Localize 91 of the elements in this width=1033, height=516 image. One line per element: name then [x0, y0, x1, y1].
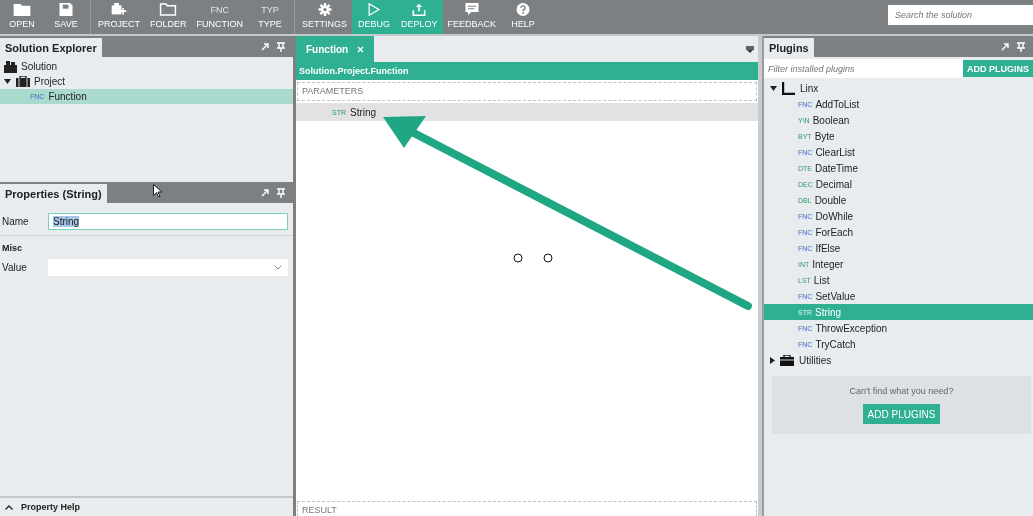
- plugin-name: Decimal: [815, 178, 852, 190]
- plugin-name: List: [813, 274, 830, 286]
- button-label: DEPLOY: [401, 19, 438, 29]
- expanded-caret-icon[interactable]: [4, 79, 11, 84]
- button-label: OPEN: [9, 19, 35, 29]
- section-heading: Misc: [0, 235, 293, 253]
- panel-tab[interactable]: Plugins: [764, 38, 814, 57]
- tab-menu-icon[interactable]: [746, 45, 754, 53]
- plugin-name: DateTime: [815, 162, 858, 174]
- plugin-name: String: [815, 306, 842, 318]
- plugin-name: Byte: [814, 130, 835, 142]
- toolbar-button[interactable]: SAVE: [44, 0, 88, 34]
- button-label: PROJECT: [98, 19, 140, 29]
- expanded-caret-icon[interactable]: [770, 85, 777, 91]
- toolbar-button[interactable]: HELP: [501, 0, 546, 34]
- toolbar-button[interactable]: FNC FUNCTION: [191, 0, 249, 34]
- toolbar-button[interactable]: TYP TYPE: [248, 0, 293, 34]
- button-label: FUNCTION: [196, 19, 244, 29]
- briefcase-icon: [16, 76, 30, 87]
- panel-tab[interactable]: Solution Explorer: [0, 38, 102, 57]
- plugin-name: AddToList: [815, 98, 860, 110]
- tree-label: Function: [48, 91, 87, 102]
- tree-label: Solution: [21, 61, 58, 72]
- pin-icon[interactable]: [1017, 41, 1025, 52]
- property-help-bar[interactable]: Property Help: [0, 496, 293, 516]
- plugin-name: ClearList: [815, 146, 855, 158]
- tree-item[interactable]: Solution: [0, 59, 293, 74]
- button-label: FOLDER: [150, 19, 187, 29]
- tab-label: Function: [306, 43, 349, 55]
- plugin-group[interactable]: Utilities: [764, 352, 1033, 368]
- plugin-name: Double: [814, 194, 847, 206]
- toolbar-button[interactable]: OPEN: [0, 0, 44, 34]
- field-label: Name: [1, 215, 30, 227]
- plugin-name: TryCatch: [815, 338, 856, 350]
- breadcrumb-bar: Solution.Project.Function: [296, 62, 758, 80]
- pin-icon[interactable]: [277, 187, 285, 198]
- settings-icon: [316, 3, 333, 16]
- close-icon[interactable]: [357, 45, 365, 53]
- tree-item[interactable]: Project: [0, 74, 293, 89]
- button-label: TYPE: [258, 19, 282, 29]
- help-text: Can't find what you need?: [849, 386, 954, 396]
- button-label: DEBUG: [358, 19, 391, 29]
- panel-title: Property Help: [21, 502, 80, 512]
- section-header: PARAMETERS: [297, 82, 757, 101]
- group-name: Utilities: [799, 354, 832, 366]
- panel-tab[interactable]: Properties (String): [0, 184, 107, 203]
- group-name: Linx: [800, 82, 819, 94]
- chevron-down-icon: [274, 264, 282, 270]
- tree-label: Project: [34, 76, 66, 87]
- chevron-up-icon: [5, 504, 13, 510]
- play-icon: [367, 3, 382, 16]
- chat-icon: [463, 3, 480, 16]
- button-label: SETTINGS: [302, 19, 348, 29]
- connection-points-drawing: [513, 253, 553, 263]
- solution-icon: [4, 60, 17, 73]
- parameter-name: String: [350, 106, 377, 118]
- button-label: FEEDBACK: [447, 19, 497, 29]
- mouse-pointer-icon: [153, 184, 162, 198]
- upload-icon: [411, 3, 428, 16]
- float-icon[interactable]: [261, 188, 269, 197]
- filter-field[interactable]: Filter installed plugins: [764, 59, 963, 78]
- plugin-group[interactable]: Linx: [764, 80, 1033, 96]
- toolbar-button[interactable]: FEEDBACK: [442, 0, 502, 34]
- toolbar-button[interactable]: PROJECT: [93, 0, 145, 34]
- plugin-name: ForEach: [815, 226, 854, 238]
- plugin-name: IfElse: [815, 242, 841, 254]
- folder-icon: [13, 3, 31, 16]
- section-header: RESULT: [297, 501, 757, 516]
- collapsed-caret-icon[interactable]: [770, 356, 775, 364]
- toolbar-button[interactable]: SETTINGS: [297, 0, 353, 34]
- name-field[interactable]: String: [48, 212, 288, 230]
- plugin-name: ThrowException: [815, 322, 888, 334]
- float-icon[interactable]: [261, 42, 269, 51]
- toolbox-icon: [780, 354, 794, 366]
- button-label: SAVE: [54, 19, 78, 29]
- help-icon: [515, 3, 532, 16]
- toolbar-button[interactable]: FOLDER: [145, 0, 192, 34]
- plugin-name: SetValue: [815, 290, 856, 302]
- type-glyph: TYP: [261, 4, 279, 16]
- button-label: HELP: [511, 19, 535, 29]
- search-field[interactable]: Search the solution: [888, 5, 1033, 25]
- folder-icon: [159, 3, 178, 16]
- project-add-icon: [110, 3, 128, 16]
- type-glyph: FNC: [210, 4, 230, 16]
- pin-icon[interactable]: [277, 41, 285, 52]
- plugin-name: Integer: [812, 258, 844, 270]
- float-icon[interactable]: [1001, 42, 1009, 51]
- field-label: Value: [1, 261, 28, 273]
- bracket-logo-icon: [782, 81, 795, 95]
- plugin-name: Boolean: [812, 114, 850, 126]
- plugin-name: DoWhile: [815, 210, 854, 222]
